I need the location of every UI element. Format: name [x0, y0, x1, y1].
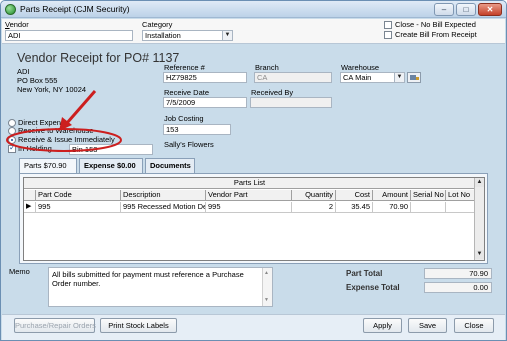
- column-header-part-code[interactable]: Part Code: [36, 190, 121, 201]
- row-selector-arrow-icon[interactable]: ▶: [24, 202, 36, 213]
- vendor-address-line-2: PO Box 555: [17, 76, 58, 85]
- title-bar: Parts Receipt (CJM Security) – □ ✕: [1, 1, 506, 18]
- tab-expense-amount: $0.00: [116, 161, 136, 170]
- parts-grid[interactable]: Parts List Part Code Description Vendor …: [23, 177, 485, 261]
- job-name: Sally's Flowers: [164, 140, 214, 149]
- grid-scrollbar[interactable]: ▲ ▼: [474, 178, 484, 260]
- warehouse-dropdown[interactable]: CA Main ▼: [340, 72, 405, 83]
- warehouse-label: Warehouse: [341, 63, 380, 72]
- parts-receipt-window: Parts Receipt (CJM Security) – □ ✕ Vendo…: [0, 0, 507, 341]
- tab-parts-amount: $70.90: [43, 161, 67, 170]
- tab-parts-label: Parts: [24, 161, 42, 170]
- purchase-repair-orders-button[interactable]: Purchase/Repair Orders: [14, 318, 96, 333]
- column-header-lot-no[interactable]: Lot No: [446, 190, 475, 201]
- create-bill-label: Create Bill From Receipt: [395, 30, 477, 39]
- warehouse-value: CA Main: [343, 73, 372, 82]
- maximize-button[interactable]: □: [456, 3, 476, 16]
- tab-documents[interactable]: Documents: [145, 158, 195, 173]
- column-header-amount[interactable]: Amount: [373, 190, 411, 201]
- received-by-field[interactable]: [250, 97, 332, 108]
- chevron-down-icon[interactable]: ▼: [222, 31, 232, 40]
- scroll-up-icon[interactable]: ▲: [475, 178, 484, 187]
- job-costing-field[interactable]: 153: [163, 124, 231, 135]
- app-icon: [5, 4, 16, 15]
- close-button[interactable]: Close: [454, 318, 494, 333]
- memo-label: Memo: [9, 267, 30, 276]
- save-button[interactable]: Save: [408, 318, 447, 333]
- scroll-down-icon[interactable]: ▼: [475, 250, 484, 259]
- expense-total-value: 0.00: [424, 282, 492, 293]
- top-bar: Vendor ADI Category Installation ▼ Close…: [2, 19, 505, 44]
- column-header-cost[interactable]: Cost: [336, 190, 373, 201]
- received-by-label: Received By: [251, 88, 294, 97]
- category-value: Installation: [145, 31, 181, 40]
- memo-scrollbar[interactable]: ▲ ▼: [262, 268, 272, 306]
- minimize-button[interactable]: –: [434, 3, 454, 16]
- category-label: Category: [142, 20, 173, 29]
- job-costing-label: Job Costing: [164, 114, 204, 123]
- cell-amount[interactable]: 70.90: [373, 202, 411, 213]
- cell-vendor-part[interactable]: 995: [206, 202, 292, 213]
- column-header-serial-no[interactable]: Serial No: [411, 190, 446, 201]
- column-header-description[interactable]: Description: [121, 190, 206, 201]
- vendor-address-line-1: ADI: [17, 67, 30, 76]
- part-total-label: Part Total: [346, 269, 383, 278]
- annotation-overlay: [6, 90, 122, 152]
- tab-expense[interactable]: Expense $0.00: [79, 158, 143, 173]
- cell-description[interactable]: 995 Recessed Motion Deti: [121, 202, 206, 213]
- cell-cost[interactable]: 35.45: [336, 202, 373, 213]
- cell-serial-no[interactable]: [411, 202, 446, 213]
- create-bill-checkbox[interactable]: [384, 31, 392, 39]
- warehouse-lookup-icon[interactable]: [407, 72, 421, 83]
- close-window-button[interactable]: ✕: [478, 3, 502, 16]
- category-dropdown[interactable]: Installation ▼: [142, 30, 233, 41]
- row-selector-header: [24, 190, 36, 201]
- column-header-quantity[interactable]: Quantity: [292, 190, 336, 201]
- vendor-field[interactable]: ADI: [5, 30, 133, 41]
- vendor-label: Vendor: [5, 20, 29, 29]
- close-no-bill-label: Close - No Bill Expected: [395, 20, 476, 29]
- page-title: Vendor Receipt for PO# 1137: [17, 51, 180, 65]
- tab-expense-label: Expense: [84, 161, 115, 170]
- scroll-up-icon[interactable]: ▲: [264, 269, 269, 278]
- scroll-down-icon[interactable]: ▼: [264, 296, 269, 305]
- reference-label: Reference #: [164, 63, 205, 72]
- window-title: Parts Receipt (CJM Security): [20, 4, 130, 14]
- annotation-ellipse: [6, 128, 122, 152]
- expense-total-label: Expense Total: [346, 283, 400, 292]
- receive-date-field[interactable]: 7/5/2009: [163, 97, 247, 108]
- memo-textarea[interactable]: All bills submitted for payment must ref…: [48, 267, 273, 307]
- branch-field[interactable]: CA: [254, 72, 332, 83]
- cell-part-code[interactable]: 995: [36, 202, 121, 213]
- close-no-bill-checkbox[interactable]: [384, 21, 392, 29]
- memo-text: All bills submitted for payment must ref…: [52, 270, 244, 288]
- print-stock-labels-button[interactable]: Print Stock Labels: [100, 318, 177, 333]
- part-total-value: 70.90: [424, 268, 492, 279]
- cell-quantity[interactable]: 2: [292, 202, 336, 213]
- reference-field[interactable]: HZ79825: [163, 72, 247, 83]
- apply-button[interactable]: Apply: [363, 318, 402, 333]
- receive-date-label: Receive Date: [164, 88, 210, 97]
- column-header-vendor-part[interactable]: Vendor Part: [206, 190, 292, 201]
- grid-caption: Parts List: [24, 178, 475, 189]
- annotation-arrow-line: [65, 90, 97, 124]
- cell-lot-no[interactable]: [446, 202, 475, 213]
- chevron-down-icon[interactable]: ▼: [394, 73, 404, 82]
- branch-label: Branch: [255, 63, 279, 72]
- tab-parts[interactable]: Parts $70.90: [19, 158, 77, 173]
